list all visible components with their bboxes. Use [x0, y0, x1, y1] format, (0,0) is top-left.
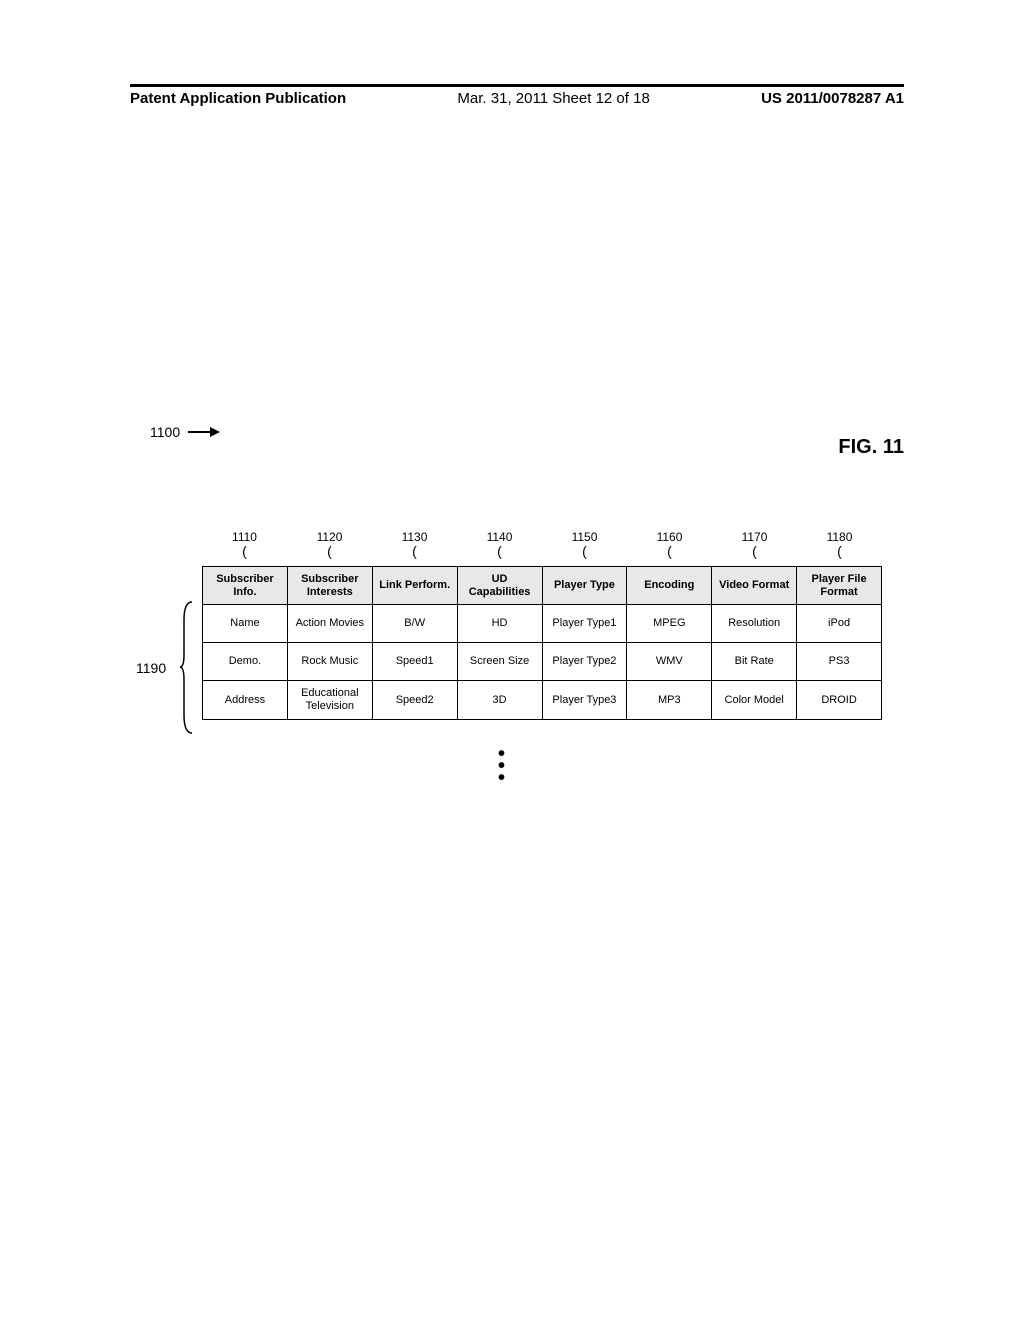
cell: Player Type2 [542, 643, 627, 681]
col-ref-1110: 1110 ( [202, 530, 287, 566]
col-ref-label: 1120 [317, 530, 343, 544]
ellipsis-vertical-icon: ••• [498, 748, 505, 784]
paren-icon: ( [412, 546, 417, 556]
figure-ref-1100: 1100 [150, 424, 222, 440]
paren-icon: ( [582, 546, 587, 556]
col-ref-1160: 1160 ( [627, 530, 712, 566]
col-header: Video Format [712, 567, 797, 605]
cell: B/W [372, 605, 457, 643]
col-header: Link Perform. [372, 567, 457, 605]
cell: Name [203, 605, 288, 643]
col-ref-label: 1170 [742, 530, 768, 544]
header-rule [130, 84, 904, 87]
cell: PS3 [797, 643, 882, 681]
header-pubnumber: US 2011/0078287 A1 [761, 90, 904, 114]
paren-icon: ( [667, 546, 672, 556]
cell: MPEG [627, 605, 712, 643]
col-ref-label: 1160 [657, 530, 683, 544]
col-header: Player File Format [797, 567, 882, 605]
table-header-row: Subscriber Info. Subscriber Interests Li… [203, 567, 882, 605]
arrow-icon [188, 426, 222, 438]
cell: WMV [627, 643, 712, 681]
cell: HD [457, 605, 542, 643]
cell: MP3 [627, 681, 712, 719]
paren-icon: ( [752, 546, 757, 556]
table-row: Name Action Movies B/W HD Player Type1 M… [203, 605, 882, 643]
col-header: UD Capabilities [457, 567, 542, 605]
col-header: Player Type [542, 567, 627, 605]
table-row: Demo. Rock Music Speed1 Screen Size Play… [203, 643, 882, 681]
col-header: Subscriber Interests [287, 567, 372, 605]
table-row: Address Educational Television Speed2 3D… [203, 681, 882, 719]
column-ref-row: 1110 ( 1120 ( 1130 ( 1140 ( 1150 ( 1160 ( 1170… [202, 530, 882, 566]
col-ref-1170: 1170 ( [712, 530, 797, 566]
cell: Speed2 [372, 681, 457, 719]
header-sheet: Mar. 31, 2011 Sheet 12 of 18 [457, 90, 649, 114]
cell: Bit Rate [712, 643, 797, 681]
cell: DROID [797, 681, 882, 719]
paren-icon: ( [837, 546, 842, 556]
col-ref-label: 1110 [232, 530, 257, 544]
page-header: Patent Application Publication Mar. 31, … [130, 90, 904, 114]
cell: Action Movies [287, 605, 372, 643]
figure-ref-label: 1100 [150, 424, 180, 440]
col-ref-1180: 1180 ( [797, 530, 882, 566]
header-publication: Patent Application Publication [130, 90, 346, 114]
paren-icon: ( [327, 546, 332, 556]
figure-title: FIG. 11 [838, 436, 904, 459]
cell: Player Type1 [542, 605, 627, 643]
cell: Rock Music [287, 643, 372, 681]
curly-bracket-icon [180, 600, 194, 735]
data-table: Subscriber Info. Subscriber Interests Li… [202, 566, 882, 720]
paren-icon: ( [242, 546, 247, 556]
col-ref-label: 1130 [402, 530, 428, 544]
row-group-ref-label: 1190 [136, 660, 166, 676]
cell: Resolution [712, 605, 797, 643]
cell: iPod [797, 605, 882, 643]
col-ref-1130: 1130 ( [372, 530, 457, 566]
col-header: Subscriber Info. [203, 567, 288, 605]
cell: Speed1 [372, 643, 457, 681]
paren-icon: ( [497, 546, 502, 556]
cell: Player Type3 [542, 681, 627, 719]
col-ref-label: 1140 [487, 530, 513, 544]
cell: 3D [457, 681, 542, 719]
col-header: Encoding [627, 567, 712, 605]
col-ref-label: 1180 [827, 530, 853, 544]
col-ref-label: 1150 [572, 530, 598, 544]
patent-page: Patent Application Publication Mar. 31, … [0, 0, 1024, 1320]
cell: Address [203, 681, 288, 719]
cell: Demo. [203, 643, 288, 681]
col-ref-1140: 1140 ( [457, 530, 542, 566]
col-ref-1150: 1150 ( [542, 530, 627, 566]
cell: Educational Television [287, 681, 372, 719]
cell: Color Model [712, 681, 797, 719]
col-ref-1120: 1120 ( [287, 530, 372, 566]
data-table-wrap: 1110 ( 1120 ( 1130 ( 1140 ( 1150 ( 1160 ( 1170… [202, 530, 882, 720]
cell: Screen Size [457, 643, 542, 681]
